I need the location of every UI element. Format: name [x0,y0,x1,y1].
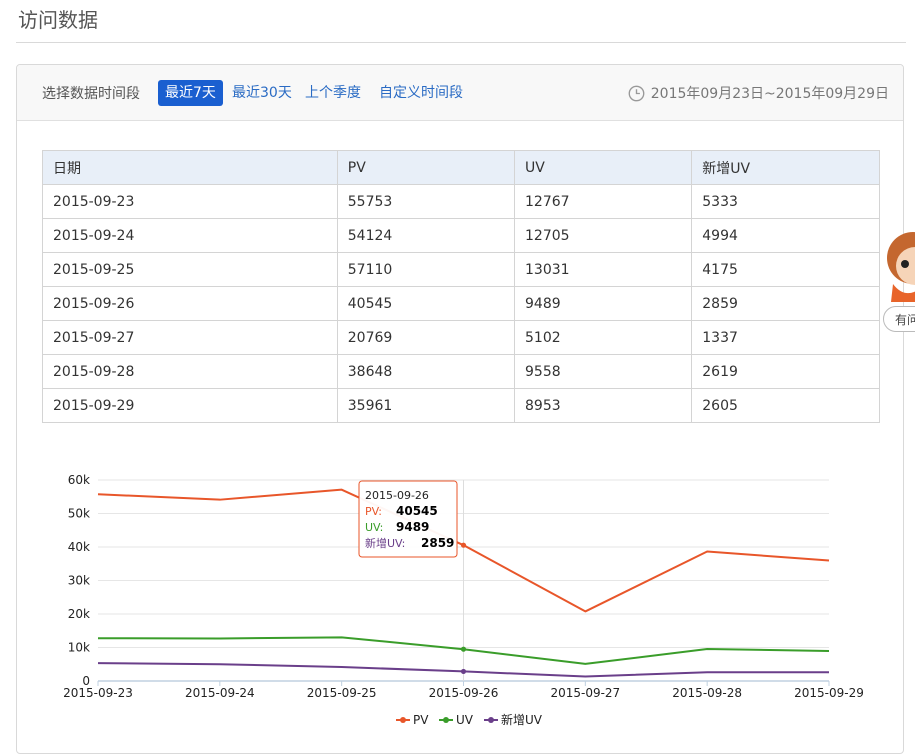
legend-label: PV [413,713,429,727]
x-tick-label: 2015-09-24 [185,686,255,700]
tooltip-title: 2015-09-26 [365,489,429,502]
legend-marker [400,717,406,723]
x-tick-label: 2015-09-23 [63,686,133,700]
tooltip-value: 40545 [396,504,438,518]
y-tick-label: 20k [68,607,90,621]
y-tick-label: 50k [68,507,90,521]
x-tick-label: 2015-09-28 [672,686,742,700]
series-point [460,646,467,652]
tooltip-value: 2859 [421,536,454,550]
y-tick-label: 30k [68,574,90,588]
tooltip-label: UV: [365,521,383,534]
tooltip-label: PV: [365,505,382,518]
legend-marker [488,717,494,723]
y-tick-label: 10k [68,641,90,655]
tooltip-label: 新增UV: [365,536,405,550]
x-tick-label: 2015-09-27 [550,686,620,700]
x-tick-label: 2015-09-26 [429,686,499,700]
legend-label: 新增UV [501,712,543,727]
series-point [460,542,467,548]
tooltip-value: 9489 [396,520,429,534]
x-tick-label: 2015-09-25 [307,686,377,700]
legend-marker [443,717,449,723]
y-tick-label: 40k [68,540,90,554]
x-tick-label: 2015-09-29 [794,686,864,700]
y-tick-label: 60k [68,473,90,487]
help-button[interactable]: 有问 [883,306,915,332]
visits-line-chart: 010k20k30k40k50k60k2015-09-23 2015-09-24 2… [63,473,864,727]
series-point [460,668,467,675]
legend-label: UV [456,713,474,727]
